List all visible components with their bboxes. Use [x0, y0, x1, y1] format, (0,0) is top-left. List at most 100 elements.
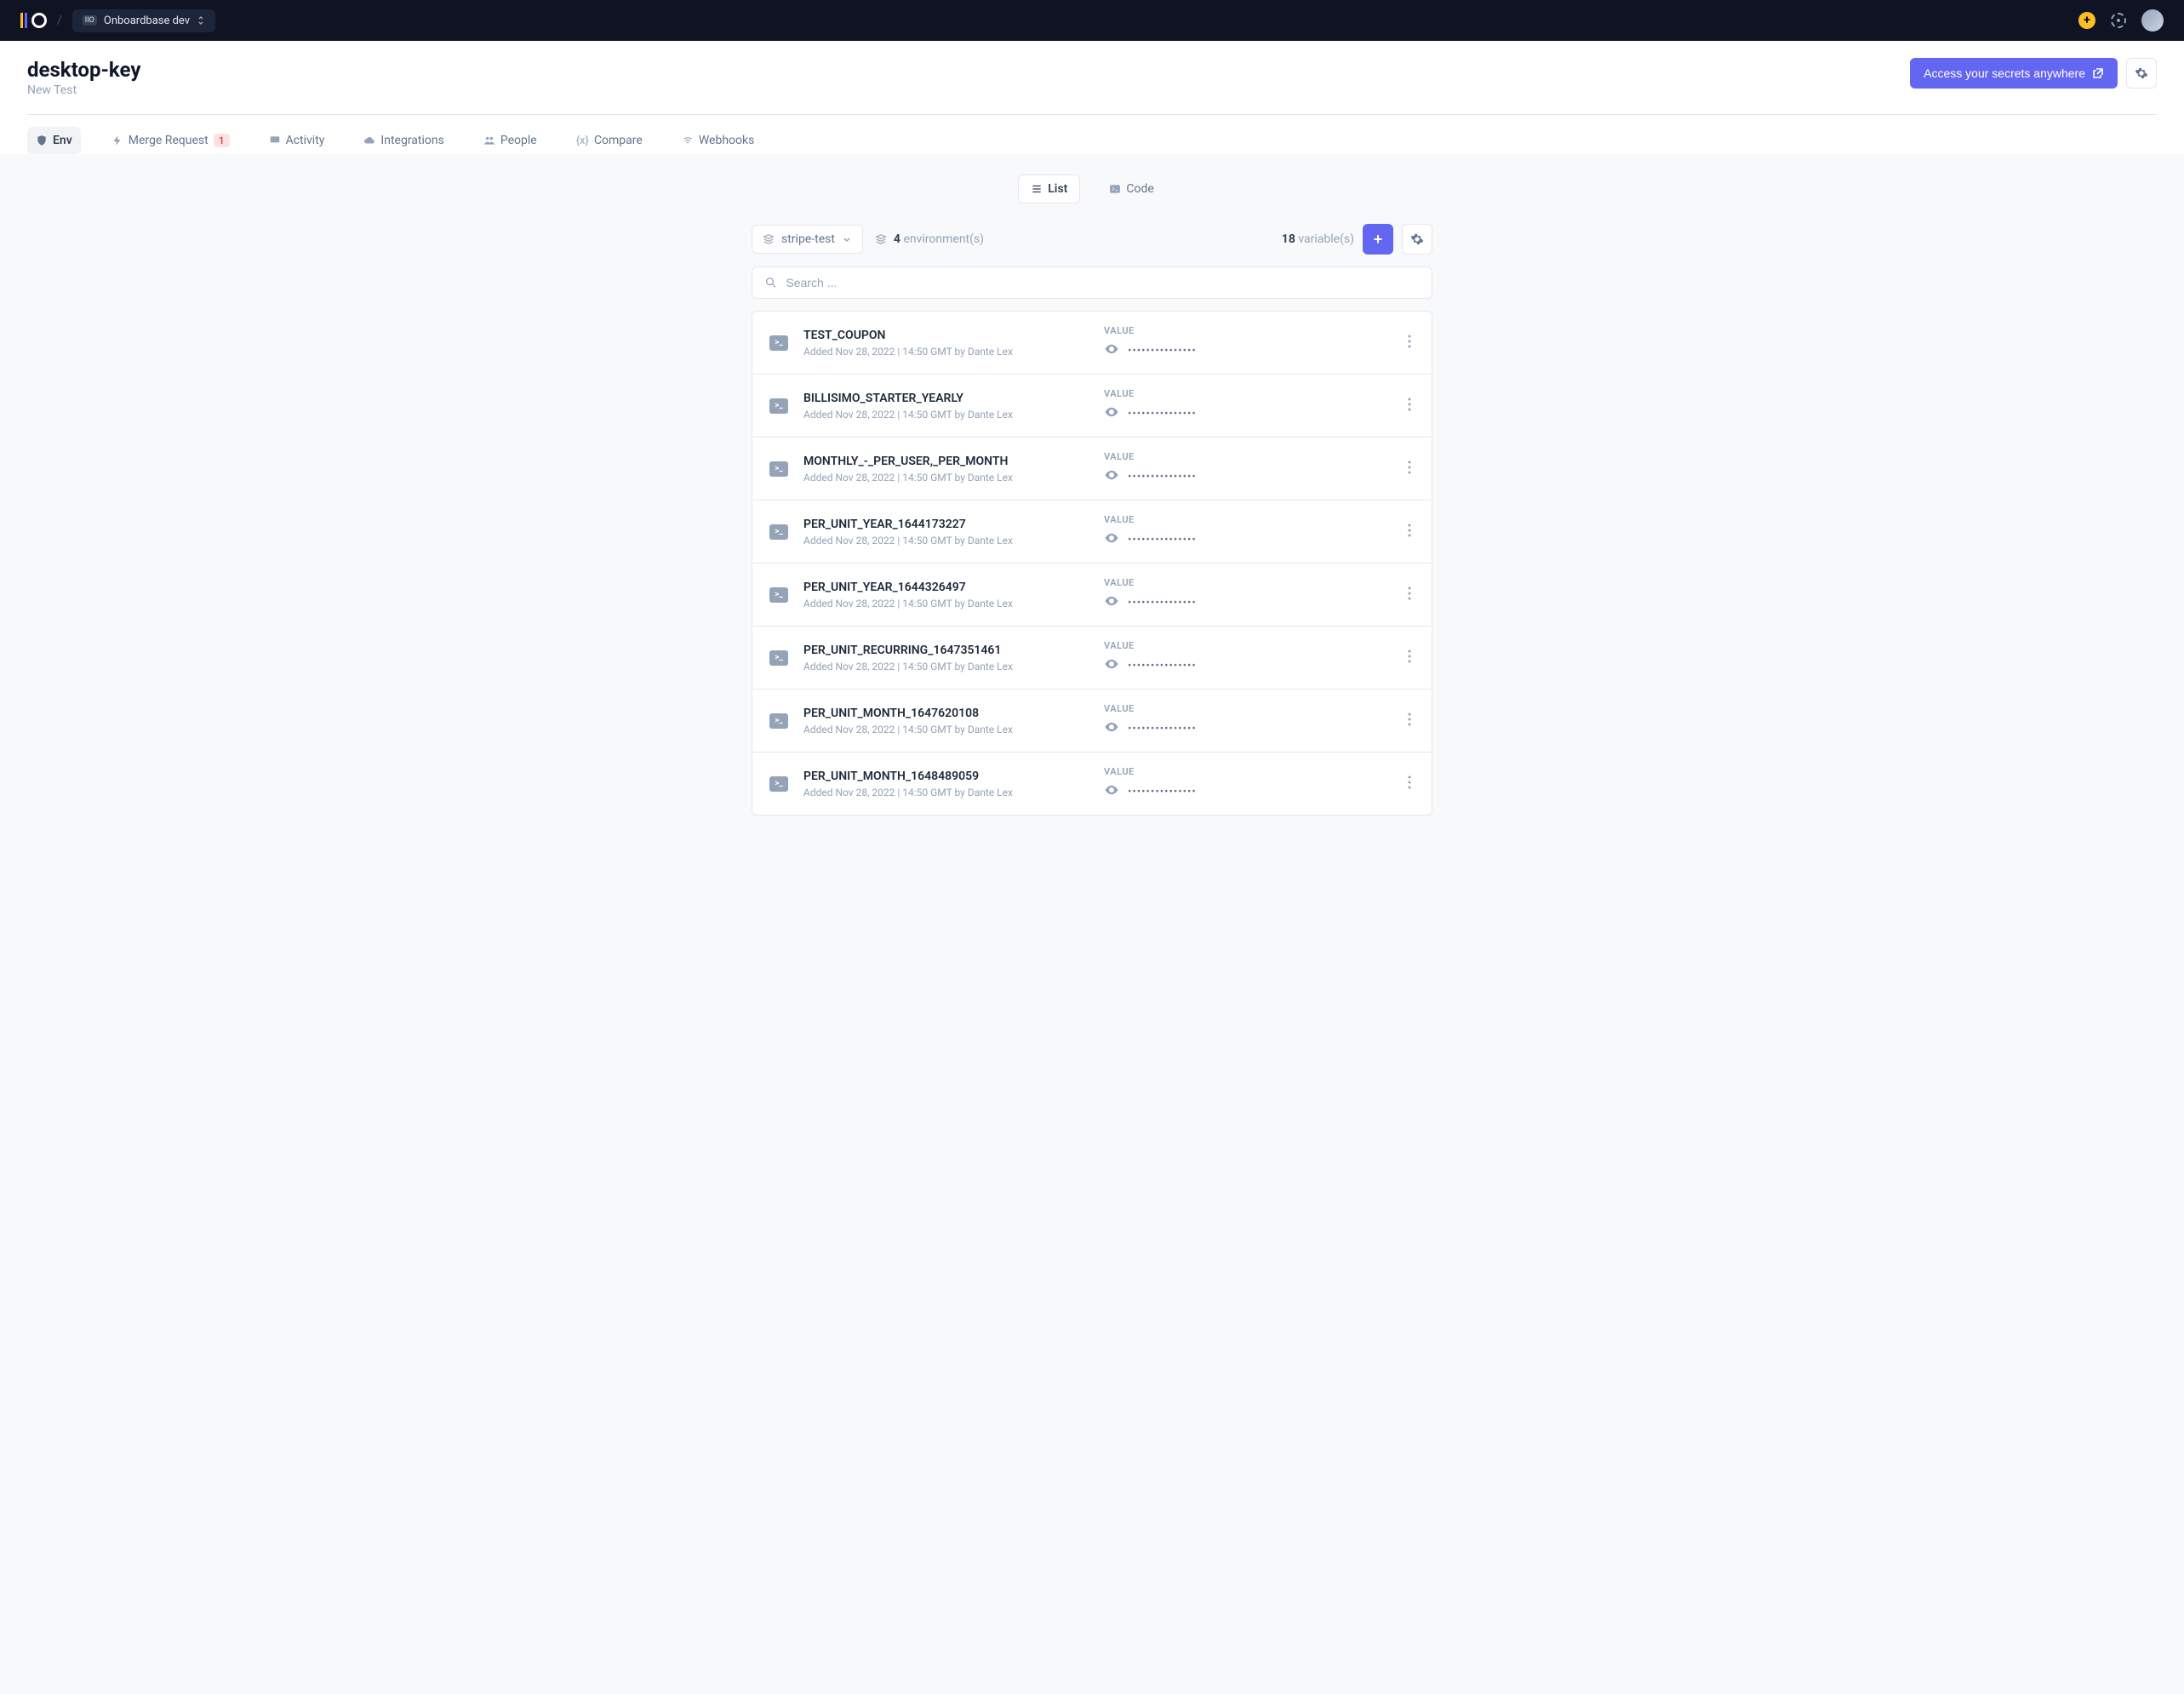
reveal-value-button[interactable]: [1104, 656, 1119, 675]
environment-count: 4 environment(s): [875, 232, 984, 246]
search-box[interactable]: [752, 266, 1432, 299]
row-menu-button[interactable]: [1404, 583, 1415, 607]
lifebuoy-icon: [2114, 16, 2123, 25]
reveal-value-button[interactable]: [1104, 530, 1119, 549]
access-secrets-button[interactable]: Access your secrets anywhere: [1910, 58, 2118, 89]
tab-people[interactable]: People: [475, 127, 546, 154]
external-link-icon: [2092, 67, 2104, 79]
layers-icon: [763, 233, 775, 245]
variable-name: TEST_COUPON: [803, 329, 1089, 342]
view-code-button[interactable]: Code: [1097, 175, 1165, 203]
page-title: desktop-key: [27, 58, 140, 82]
main-content: List Code stripe-test 4 environment(s) 1…: [752, 154, 1432, 867]
user-avatar[interactable]: [2141, 9, 2164, 31]
tab-webhooks[interactable]: Webhooks: [673, 127, 763, 154]
variable-icon: {x}: [576, 134, 589, 147]
variable-row[interactable]: >_ PER_UNIT_RECURRING_1647351461 Added N…: [752, 627, 1432, 690]
cloud-icon: [363, 134, 375, 146]
settings-button[interactable]: [2126, 58, 2157, 89]
search-icon: [764, 276, 777, 289]
variable-meta: Added Nov 28, 2022 | 14:50 GMT by Dante …: [803, 661, 1089, 672]
terminal-icon: >_: [769, 713, 788, 729]
variable-row[interactable]: >_ PER_UNIT_YEAR_1644326497 Added Nov 28…: [752, 564, 1432, 627]
variable-name: PER_UNIT_YEAR_1644173227: [803, 518, 1089, 531]
help-button[interactable]: [2111, 13, 2126, 28]
variable-row[interactable]: >_ PER_UNIT_YEAR_1644173227 Added Nov 28…: [752, 501, 1432, 564]
value-header: VALUE: [1104, 325, 1389, 336]
reveal-value-button[interactable]: [1104, 404, 1119, 423]
value-header: VALUE: [1104, 514, 1389, 525]
terminal-icon: >_: [769, 776, 788, 792]
page-header: desktop-key New Test Access your secrets…: [0, 41, 2184, 154]
presentation-icon: [269, 134, 281, 146]
masked-value: •••••••••••••••: [1128, 408, 1197, 421]
reveal-value-button[interactable]: [1104, 593, 1119, 612]
layers-icon: [875, 233, 887, 245]
row-menu-button[interactable]: [1404, 772, 1415, 796]
variable-row[interactable]: >_ MONTHLY_-_PER_USER,_PER_MONTH Added N…: [752, 438, 1432, 501]
view-code-label: Code: [1126, 182, 1153, 196]
value-header: VALUE: [1104, 388, 1389, 399]
list-settings-button[interactable]: [1402, 224, 1432, 255]
tab-label: Merge Request: [129, 134, 209, 147]
chevron-updown-icon: [197, 15, 205, 26]
reveal-value-button[interactable]: [1104, 782, 1119, 801]
tab-activity[interactable]: Activity: [260, 127, 334, 154]
variable-meta: Added Nov 28, 2022 | 14:50 GMT by Dante …: [803, 346, 1089, 358]
value-header: VALUE: [1104, 451, 1389, 462]
terminal-icon: >_: [769, 398, 788, 414]
reveal-value-button[interactable]: [1104, 341, 1119, 360]
variable-name: PER_UNIT_YEAR_1644326497: [803, 581, 1089, 594]
logo[interactable]: [20, 13, 47, 28]
add-variable-button[interactable]: +: [1363, 224, 1393, 255]
row-menu-button[interactable]: [1404, 709, 1415, 733]
reveal-value-button[interactable]: [1104, 719, 1119, 738]
tab-label: People: [500, 134, 537, 147]
reveal-value-button[interactable]: [1104, 467, 1119, 486]
view-list-button[interactable]: List: [1018, 175, 1080, 203]
gear-icon: [1410, 232, 1424, 246]
tab-label: Env: [53, 134, 72, 147]
value-header: VALUE: [1104, 703, 1389, 714]
variable-meta: Added Nov 28, 2022 | 14:50 GMT by Dante …: [803, 787, 1089, 798]
access-secrets-label: Access your secrets anywhere: [1924, 66, 2085, 80]
value-header: VALUE: [1104, 577, 1389, 588]
terminal-icon: >_: [769, 650, 788, 666]
org-selector[interactable]: IIO Onboardbase dev: [72, 9, 215, 32]
terminal-icon: >_: [769, 587, 788, 603]
tab-env[interactable]: Env: [27, 127, 81, 154]
view-toggle: List Code: [752, 175, 1432, 203]
row-menu-button[interactable]: [1404, 520, 1415, 544]
value-header: VALUE: [1104, 766, 1389, 777]
wifi-icon: [682, 134, 694, 146]
tab-merge-request[interactable]: Merge Request 1: [103, 127, 238, 154]
row-menu-button[interactable]: [1404, 457, 1415, 481]
row-menu-button[interactable]: [1404, 646, 1415, 670]
page-subtitle: New Test: [27, 83, 140, 97]
variable-row[interactable]: >_ TEST_COUPON Added Nov 28, 2022 | 14:5…: [752, 312, 1432, 375]
list-icon: [1031, 183, 1043, 195]
org-name: Onboardbase dev: [104, 14, 190, 27]
people-icon: [483, 134, 495, 146]
masked-value: •••••••••••••••: [1128, 786, 1197, 798]
variable-row[interactable]: >_ BILLISIMO_STARTER_YEARLY Added Nov 28…: [752, 375, 1432, 438]
search-input[interactable]: [786, 276, 1420, 289]
variable-name: MONTHLY_-_PER_USER,_PER_MONTH: [803, 455, 1089, 468]
environment-selected: stripe-test: [781, 232, 835, 246]
variable-row[interactable]: >_ PER_UNIT_MONTH_1647620108 Added Nov 2…: [752, 690, 1432, 753]
variable-list: >_ TEST_COUPON Added Nov 28, 2022 | 14:5…: [752, 311, 1432, 816]
row-menu-button[interactable]: [1404, 331, 1415, 355]
variable-count: 18 variable(s): [1282, 232, 1354, 246]
tab-compare[interactable]: {x} Compare: [568, 127, 651, 154]
variable-meta: Added Nov 28, 2022 | 14:50 GMT by Dante …: [803, 409, 1089, 421]
variable-meta: Added Nov 28, 2022 | 14:50 GMT by Dante …: [803, 472, 1089, 484]
row-menu-button[interactable]: [1404, 394, 1415, 418]
add-global-button[interactable]: +: [2078, 12, 2095, 29]
terminal-icon: [1109, 183, 1121, 195]
environment-selector[interactable]: stripe-test: [752, 225, 863, 254]
variable-row[interactable]: >_ PER_UNIT_MONTH_1648489059 Added Nov 2…: [752, 753, 1432, 815]
gear-icon: [2135, 66, 2148, 80]
tab-integrations[interactable]: Integrations: [355, 127, 452, 154]
masked-value: •••••••••••••••: [1128, 534, 1197, 547]
variable-name: PER_UNIT_MONTH_1648489059: [803, 770, 1089, 783]
